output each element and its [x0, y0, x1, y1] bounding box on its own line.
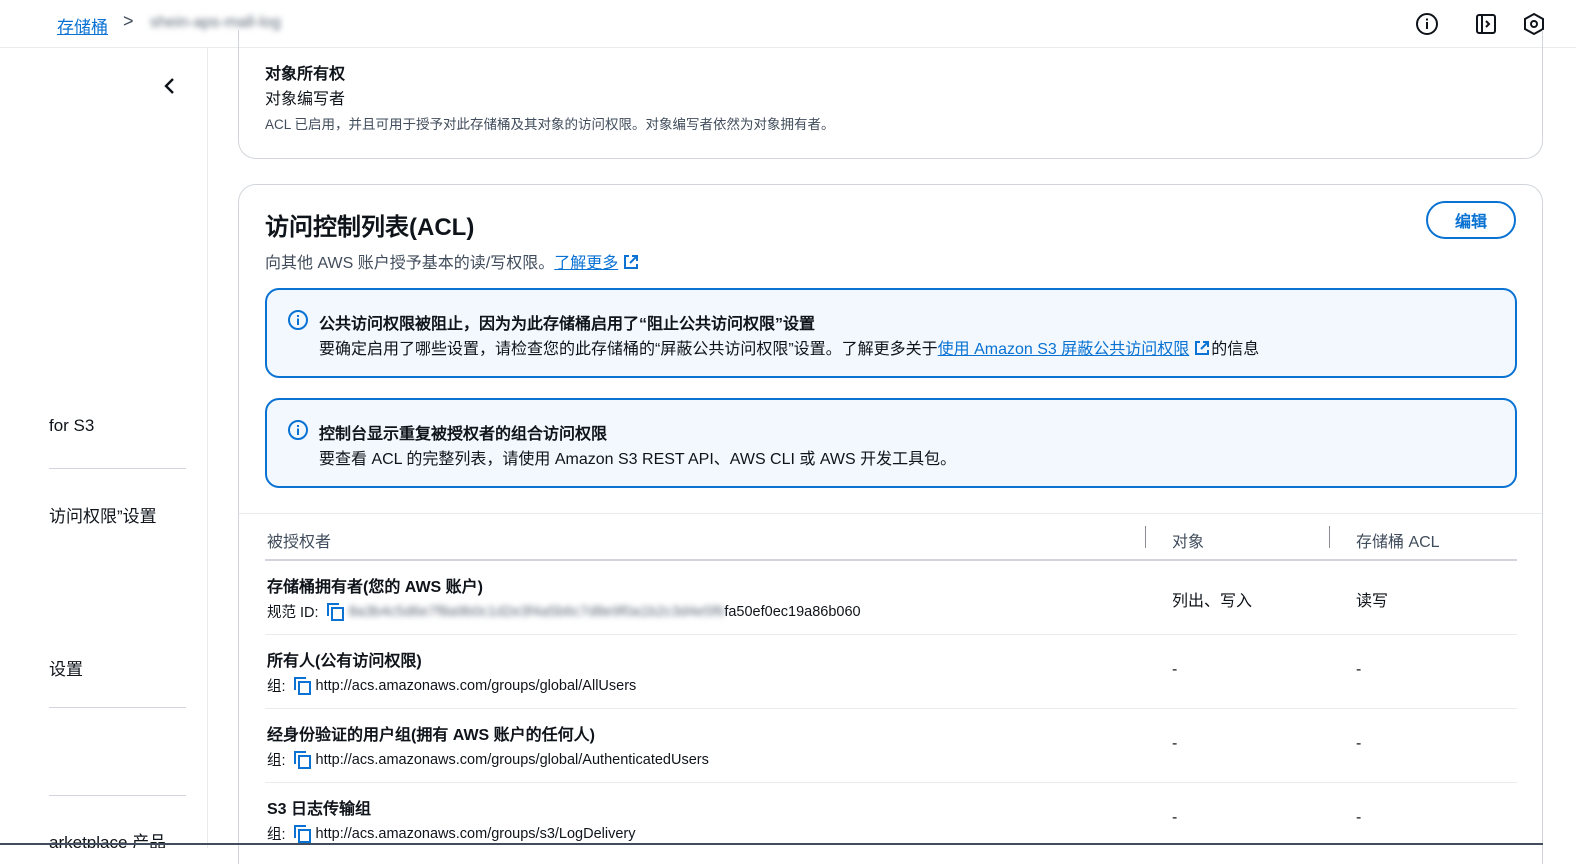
sidebar: for S3 访问权限”设置 设置 arketplace 产品 [0, 48, 208, 848]
grantee-name: S3 日志传输组 [267, 801, 372, 818]
column-header-objects: 对象 [1172, 534, 1205, 551]
bucket-acl-permission: 读写 [1356, 593, 1389, 610]
alert-body-text: 要确定启用了哪些设置，请检查您的此存储桶的“屏蔽公共访问权限”设置。了解更多关于 [319, 341, 938, 358]
alert-body-suffix: 的信息 [1211, 341, 1260, 358]
external-link-icon[interactable] [622, 253, 640, 276]
grantee-group: 组: http://acs.amazonaws.com/groups/s3/Lo… [267, 823, 636, 844]
table-row: 所有人(公有访问权限) 组: http://acs.amazonaws.com/… [239, 635, 1542, 709]
grantee-group-label: 组: [267, 827, 286, 843]
sidebar-divider [49, 468, 186, 469]
sidebar-item-block-public-access[interactable]: 访问权限”设置 [49, 502, 157, 527]
grantee-name: 经身份验证的用户组(拥有 AWS 账户的任何人) [267, 727, 595, 744]
alert-title: 控制台显示重复被授权者的组合访问权限 [319, 426, 608, 443]
bucket-acl-permission: - [1356, 735, 1362, 752]
sidebar-divider [49, 707, 186, 708]
column-divider [1329, 526, 1330, 548]
grantee-group: 组: http://acs.amazonaws.com/groups/globa… [267, 749, 709, 770]
alert-body: 要确定启用了哪些设置，请检查您的此存储桶的“屏蔽公共访问权限”设置。了解更多关于… [319, 335, 1259, 362]
breadcrumb-buckets-link[interactable]: 存储桶 [57, 13, 108, 38]
column-header-bucket-acl: 存储桶 ACL [1356, 534, 1440, 551]
copy-icon[interactable] [292, 824, 312, 844]
alert-public-access-blocked: 公共访问权限被阻止，因为为此存储桶启用了“阻止公共访问权限”设置 要确定启用了哪… [265, 288, 1517, 378]
grantee-group-uri: http://acs.amazonaws.com/groups/global/A… [315, 677, 637, 694]
alert-combined-permissions: 控制台显示重复被授权者的组合访问权限 要查看 ACL 的完整列表，请使用 Ama… [265, 398, 1517, 488]
object-ownership-card: 对象所有权 对象编写者 ACL 已启用，并且可用于授予对此存储桶及其对象的访问权… [238, 30, 1543, 159]
table-header: 被授权者 对象 存储桶 ACL [239, 513, 1542, 561]
info-icon [287, 419, 309, 441]
grantee-id-hidden: 8a3b4c5d6e7f8a9b0c1d2e3f4a5b6c7d8e9f0a1b… [348, 603, 725, 620]
acl-description-text: 向其他 AWS 账户授予基本的读/写权限。 [265, 255, 555, 272]
external-link-icon[interactable] [1193, 339, 1211, 362]
sidebar-divider [49, 795, 186, 796]
table-row: 经身份验证的用户组(拥有 AWS 账户的任何人) 组: http://acs.a… [239, 709, 1542, 783]
chevron-left-icon[interactable] [160, 74, 180, 98]
grantee-id-label: 规范 ID: [267, 605, 319, 621]
table-row: S3 日志传输组 组: http://acs.amazonaws.com/gro… [239, 783, 1542, 857]
breadcrumb-separator: > [123, 11, 134, 31]
bucket-acl-permission: - [1356, 809, 1362, 826]
grantee-group-label: 组: [267, 679, 286, 695]
column-divider [1145, 526, 1146, 548]
edit-button[interactable]: 编辑 [1426, 201, 1516, 239]
alert-body: 要查看 ACL 的完整列表，请使用 Amazon S3 REST API、AWS… [319, 451, 957, 468]
copy-icon[interactable] [292, 750, 312, 770]
grantee-group-uri: http://acs.amazonaws.com/groups/s3/LogDe… [315, 825, 636, 842]
bucket-acl-permission: - [1356, 661, 1362, 678]
grantee-id: 规范 ID: 8a3b4c5d6e7f8a9b0c1d2e3f4a5b6c7d8… [267, 601, 861, 622]
sidebar-item-marketplace[interactable]: arketplace 产品 [49, 828, 166, 848]
object-ownership-value: 对象编写者 [265, 91, 346, 108]
object-ownership-title: 对象所有权 [265, 66, 346, 83]
acl-card: 访问控制列表(ACL) 编辑 向其他 AWS 账户授予基本的读/写权限。了解更多… [238, 184, 1543, 864]
learn-more-link[interactable]: 了解更多 [554, 255, 618, 272]
grantee-group: 组: http://acs.amazonaws.com/groups/globa… [267, 675, 636, 696]
viewport-bottom-edge [0, 843, 1543, 845]
grantee-name: 所有人(公有访问权限) [267, 653, 422, 670]
copy-icon[interactable] [292, 676, 312, 696]
column-header-grantee: 被授权者 [267, 534, 332, 551]
objects-permission: - [1172, 809, 1178, 826]
grantee-id-value: fa50ef0ec19a86b060 [724, 603, 861, 620]
info-icon [287, 309, 309, 331]
block-public-access-link[interactable]: 使用 Amazon S3 屏蔽公共访问权限 [938, 341, 1190, 358]
grantee-group-uri: http://acs.amazonaws.com/groups/global/A… [315, 751, 709, 768]
objects-permission: - [1172, 661, 1178, 678]
object-ownership-description: ACL 已启用，并且可用于授予对此存储桶及其对象的访问权限。对象编写者依然为对象… [265, 117, 835, 132]
alert-title: 公共访问权限被阻止，因为为此存储桶启用了“阻止公共访问权限”设置 [319, 316, 816, 333]
grantee-group-label: 组: [267, 753, 286, 769]
grantee-name: 存储桶拥有者(您的 AWS 账户) [267, 579, 483, 596]
copy-icon[interactable] [325, 602, 345, 622]
acl-description: 向其他 AWS 账户授予基本的读/写权限。了解更多 [265, 249, 640, 276]
objects-permission: 列出、写入 [1172, 593, 1253, 610]
acl-title: 访问控制列表(ACL) [265, 214, 475, 241]
sidebar-item-storage-lens[interactable]: for S3 [49, 416, 94, 436]
sidebar-item-settings[interactable]: 设置 [49, 655, 83, 680]
table-row: 存储桶拥有者(您的 AWS 账户) 规范 ID: 8a3b4c5d6e7f8a9… [239, 561, 1542, 635]
objects-permission: - [1172, 735, 1178, 752]
